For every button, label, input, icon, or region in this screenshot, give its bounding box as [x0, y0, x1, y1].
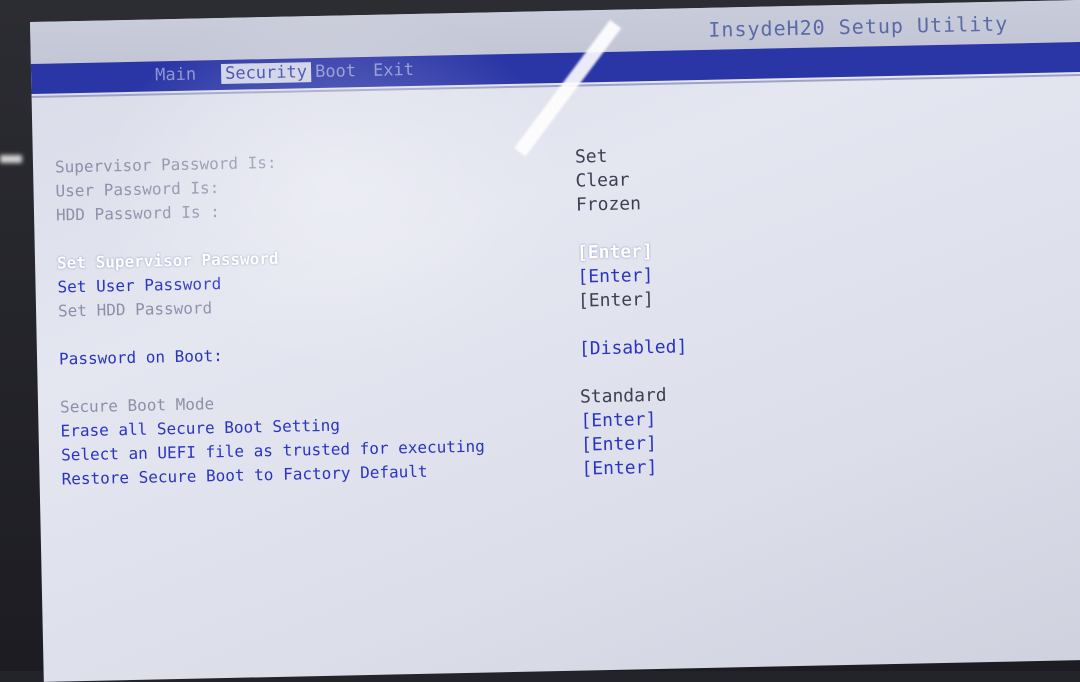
tab-boot[interactable]: Boot	[311, 61, 360, 82]
secure-boot-mode-value: Standard	[579, 384, 667, 408]
password-on-boot-item[interactable]: Password on Boot: [Disabled]	[59, 329, 1059, 374]
light-reflection	[0, 155, 22, 163]
set-hdd-password-label: Set HDD Password	[57, 298, 213, 321]
bios-screen: InsydeH20 Setup Utility Main Security Bo…	[30, 0, 1080, 682]
tab-security[interactable]: Security	[220, 62, 312, 85]
set-supervisor-password-value[interactable]: [Enter]	[577, 241, 653, 264]
password-on-boot-label[interactable]: Password on Boot:	[59, 346, 223, 368]
password-on-boot-value[interactable]: [Disabled]	[579, 336, 688, 359]
set-supervisor-password-label[interactable]: Set Supervisor Password	[57, 249, 279, 273]
hdd-password-status-label: HDD Password Is :	[55, 202, 220, 225]
user-password-status-label: User Password Is:	[55, 178, 220, 201]
tab-main[interactable]: Main	[151, 64, 200, 86]
set-user-password-value[interactable]: [Enter]	[577, 265, 653, 288]
secure-boot-mode-label: Secure Boot Mode	[59, 394, 215, 417]
utility-title: InsydeH20 Setup Utility	[708, 11, 1009, 42]
supervisor-password-status-value: Set	[574, 145, 608, 168]
erase-secure-boot-value[interactable]: [Enter]	[580, 409, 656, 432]
hdd-password-status-value: Frozen	[575, 193, 642, 216]
set-hdd-password-value: [Enter]	[577, 288, 655, 312]
select-uefi-file-value[interactable]: [Enter]	[581, 433, 657, 456]
supervisor-password-status-label: Supervisor Password Is:	[54, 152, 277, 177]
set-user-password-label[interactable]: Set User Password	[57, 274, 221, 296]
restore-secure-boot-value[interactable]: [Enter]	[581, 457, 657, 480]
user-password-status-value: Clear	[575, 169, 630, 192]
tab-exit[interactable]: Exit	[369, 60, 418, 81]
